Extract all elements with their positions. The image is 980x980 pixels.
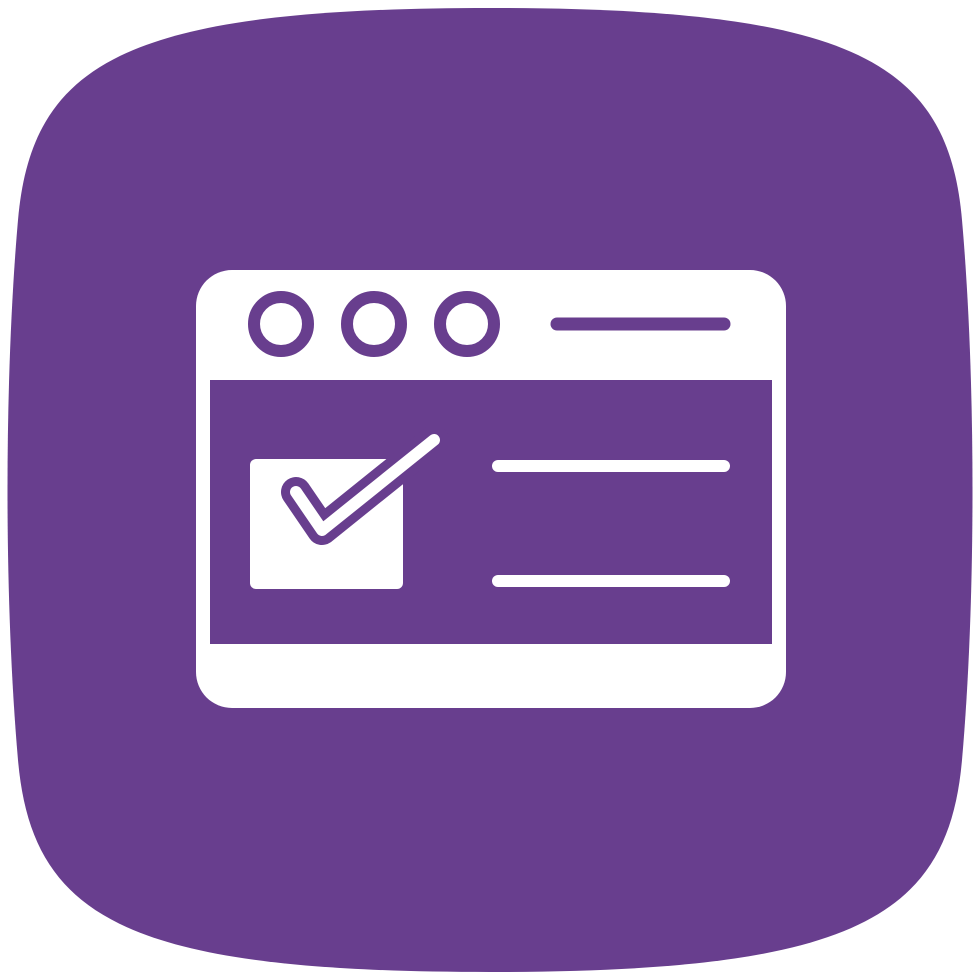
icon-canvas <box>0 0 980 980</box>
window-control-dot-icon <box>434 291 500 357</box>
window-control-dot-icon <box>341 291 407 357</box>
window-control-dot-icon <box>248 291 314 357</box>
browser-checklist-icon <box>7 8 973 972</box>
